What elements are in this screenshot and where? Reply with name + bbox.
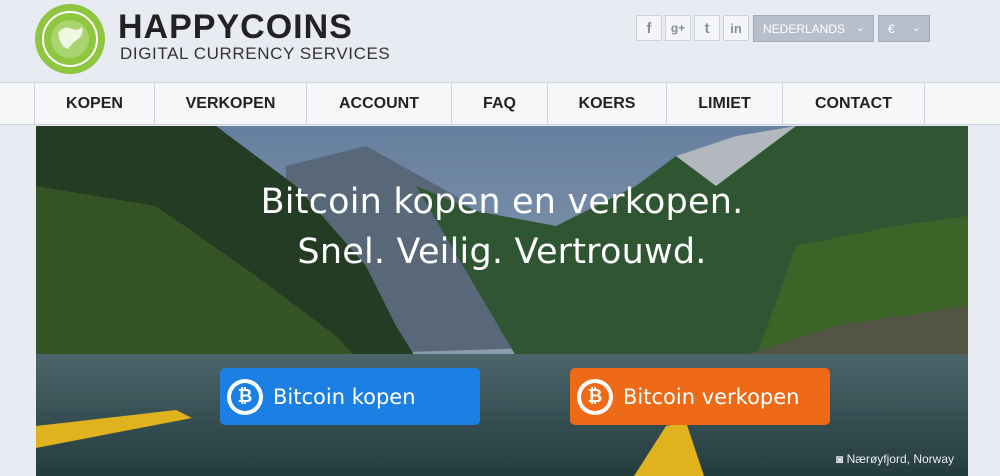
photo-caption: ◙ Nærøyfjord, Norway (836, 452, 954, 466)
logo-badge-icon (35, 4, 105, 74)
logo-title: HAPPYCOINS (118, 8, 353, 46)
twitter-icon[interactable]: t (694, 15, 720, 41)
bitcoin-icon: ₿ (227, 378, 263, 415)
sell-bitcoin-button[interactable]: ₿ Bitcoin verkopen (570, 368, 830, 425)
nav-item-kopen[interactable]: KOPEN (35, 83, 155, 125)
nav-item-verkopen[interactable]: VERKOPEN (155, 83, 307, 125)
sell-bitcoin-label: Bitcoin verkopen (623, 384, 800, 409)
hero-banner: Bitcoin kopen en verkopen. Snel. Veilig.… (36, 126, 968, 476)
hero-tagline: Snel. Veilig. Vertrouwd. (297, 232, 707, 272)
currency-value: € (888, 21, 895, 36)
language-select[interactable]: NEDERLANDS ⌄ (753, 15, 874, 42)
hero-headline: Bitcoin kopen en verkopen. (260, 182, 744, 222)
nav-item-account[interactable]: ACCOUNT (307, 83, 452, 125)
nav-item-koers[interactable]: KOERS (548, 83, 667, 125)
language-value: NEDERLANDS (763, 21, 846, 36)
buy-bitcoin-label: Bitcoin kopen (273, 384, 416, 409)
facebook-icon[interactable]: f (636, 15, 662, 41)
nav-item-limiet[interactable]: LIMIET (667, 83, 783, 125)
chevron-down-icon: ⌄ (911, 22, 921, 34)
currency-select[interactable]: € ⌄ (878, 15, 930, 42)
google-plus-icon[interactable]: g+ (665, 15, 691, 41)
camera-icon: ◙ (836, 452, 844, 466)
site-header: HAPPYCOINS DIGITAL CURRENCY SERVICES f g… (0, 0, 1000, 82)
logo[interactable]: HAPPYCOINS DIGITAL CURRENCY SERVICES (34, 3, 394, 74)
nav-item-contact[interactable]: CONTACT (783, 83, 925, 125)
buy-bitcoin-button[interactable]: ₿ Bitcoin kopen (220, 368, 480, 425)
main-nav: KOPEN VERKOPEN ACCOUNT FAQ KOERS LIMIET … (0, 82, 1000, 125)
nav-item-faq[interactable]: FAQ (452, 83, 548, 125)
bitcoin-icon: ₿ (577, 378, 613, 415)
chevron-down-icon: ⌄ (855, 22, 865, 34)
logo-subtitle: DIGITAL CURRENCY SERVICES (120, 44, 391, 63)
linkedin-icon[interactable]: in (723, 15, 749, 41)
